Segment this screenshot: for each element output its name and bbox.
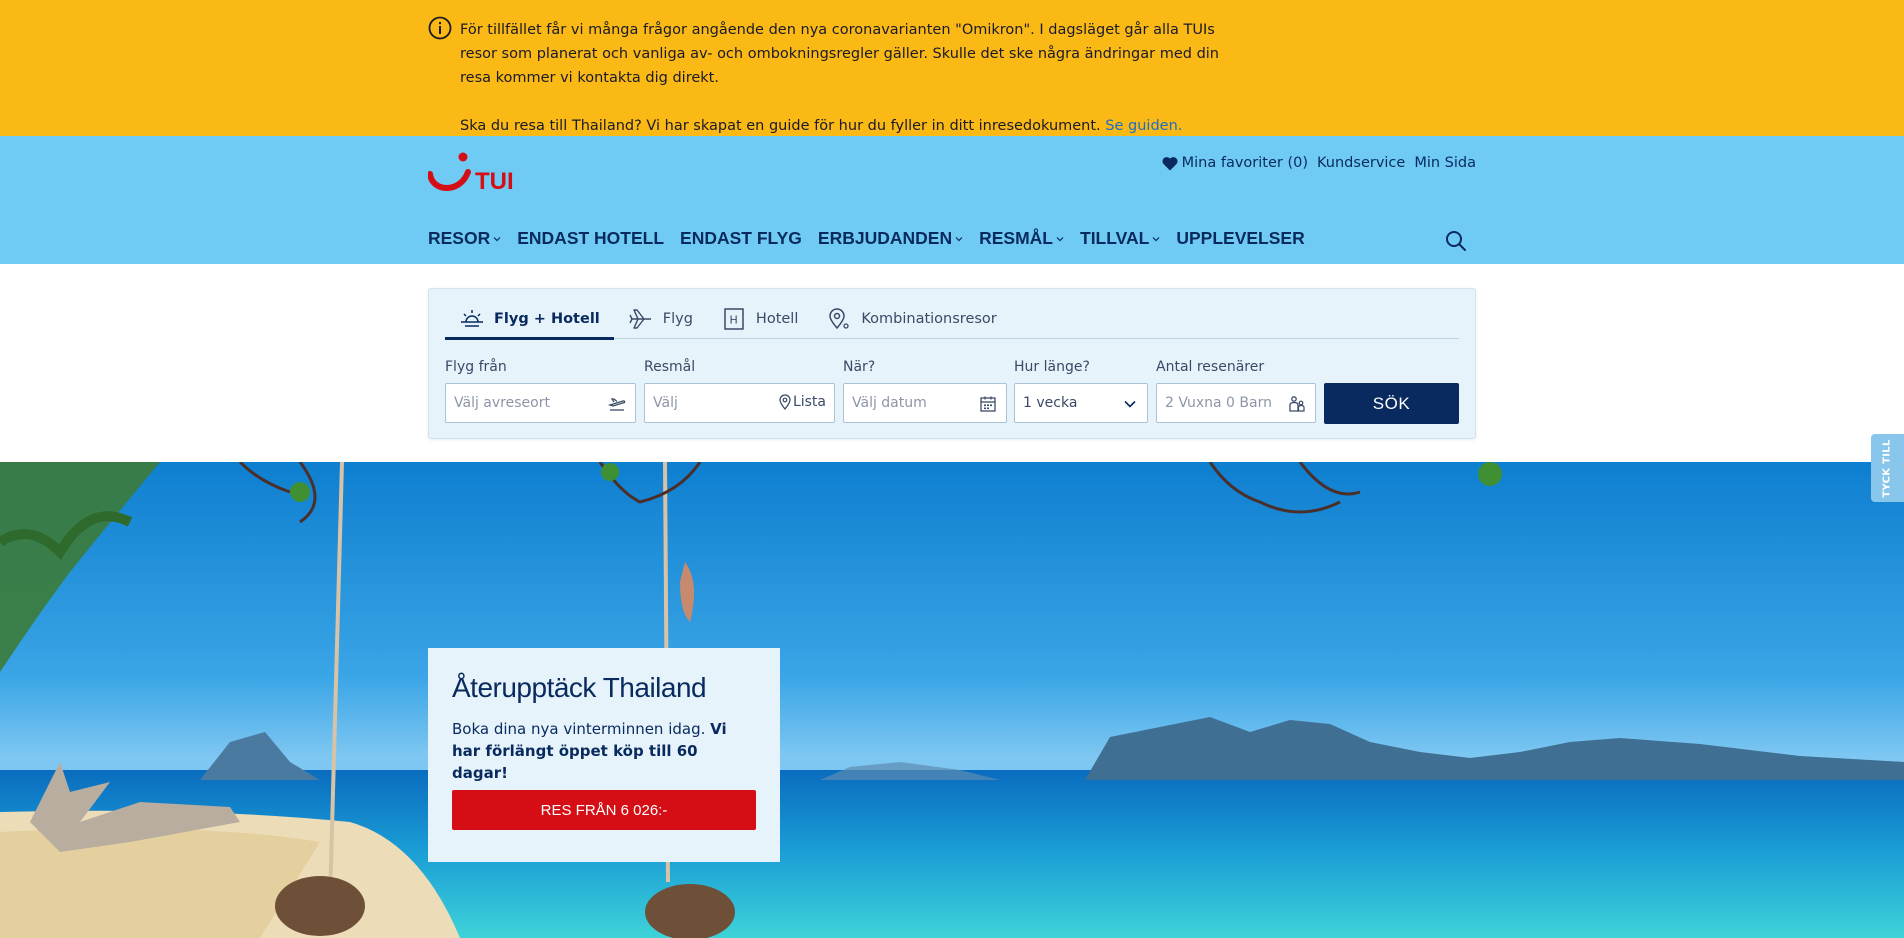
notice-banner: För tillfället får vi många frågor angåe… [0,0,1904,136]
price-cta-button[interactable]: RES FRÅN 6 026:- [452,790,756,830]
main-nav: RESOR ENDAST HOTELL ENDAST FLYG ERBJUDAN… [428,228,1305,249]
svg-text:TUI: TUI [475,168,514,195]
dest-placeholder: Välj [653,395,678,411]
pax-label: Antal resenärer [1156,359,1265,375]
nav-erbjudanden-label: ERBJUDANDEN [817,228,953,248]
hotel-icon: H [724,308,744,330]
svg-text:H: H [729,314,737,327]
nav-resor[interactable]: RESOR [428,228,501,249]
promo-text-regular: Boka dina nya vinterminnen idag. [452,720,706,738]
my-page-link[interactable]: Min Sida [1414,155,1476,171]
feedback-tab[interactable]: TYCK TILL [1871,434,1904,502]
top-links: Mina favoriter (0) Kundservice Min Sida [1162,155,1476,171]
heart-icon [1162,156,1178,170]
site-header: TUI Mina favoriter (0) Kundservice Min S… [0,136,1904,264]
pin-icon [779,394,791,410]
search-widget: Flyg + Hotell Flyg H Hotell Kombinations… [428,288,1476,439]
nav-resmal-label: RESMÅL [979,228,1053,248]
from-placeholder: Välj avreseort [454,395,550,411]
search-icon[interactable] [1444,229,1468,253]
notice-thailand-sentence: Ska du resa till Thailand? Vi har skapat… [460,118,1101,134]
favorites-label: Mina favoriter (0) [1181,155,1309,171]
chevron-down-icon [1056,236,1064,241]
tab-flyg-label: Flyg [662,311,693,327]
info-icon [428,16,452,40]
date-field[interactable]: Välj datum [843,383,1007,423]
customer-service-link[interactable]: Kundservice [1317,155,1405,171]
when-label: När? [843,359,876,375]
nav-upplevelser-label: UPPLEVELSER [1176,228,1305,248]
nav-erbjudanden[interactable]: ERBJUDANDEN [818,228,963,249]
map-pin-icon [829,308,850,330]
tab-flyg-hotell-label: Flyg + Hotell [494,311,600,327]
nav-tillval[interactable]: TILLVAL [1080,228,1160,249]
nav-endast-hotell-label: ENDAST HOTELL [517,228,665,248]
hero-beach-image [0,462,1904,938]
nav-endast-hotell[interactable]: ENDAST HOTELL [517,228,664,249]
calendar-icon [980,396,996,412]
date-placeholder: Välj datum [852,395,927,411]
tab-hotell[interactable]: H Hotell [707,299,812,339]
tab-kombinationsresor-label: Kombinationsresor [861,311,997,327]
chevron-down-icon [493,236,501,241]
pax-value: 2 Vuxna 0 Barn [1165,395,1272,411]
nav-endast-flyg-label: ENDAST FLYG [680,228,802,248]
dest-label: Resmål [644,359,696,375]
from-field[interactable]: Välj avreseort [445,383,636,423]
notice-thailand-text: Ska du resa till Thailand? Vi har skapat… [460,114,1220,138]
search-submit-button[interactable]: SÖK [1324,383,1459,424]
promo-card: Återupptäck Thailand Boka dina nya vinte… [428,648,780,862]
notice-omikron-text: För tillfället får vi många frågor angåe… [460,22,1219,86]
tab-kombinationsresor[interactable]: Kombinationsresor [812,299,1010,339]
length-label: Hur länge? [1014,359,1090,375]
search-tabs: Flyg + Hotell Flyg H Hotell Kombinations… [445,299,1459,340]
nav-tillval-label: TILLVAL [1080,228,1150,248]
nav-upplevelser[interactable]: UPPLEVELSER [1176,228,1304,249]
promo-title: Återupptäck Thailand [452,672,707,703]
nav-resor-label: RESOR [428,228,491,248]
nav-resmal[interactable]: RESMÅL [979,228,1064,249]
tab-hotell-label: Hotell [755,311,799,327]
chevron-down-icon [1124,400,1136,408]
list-button[interactable]: Lista [779,394,826,410]
nav-endast-flyg[interactable]: ENDAST FLYG [680,228,802,249]
hero-banner [0,462,1904,938]
chevron-down-icon [955,236,963,241]
guide-link[interactable]: Se guiden. [1105,118,1182,134]
list-label: Lista [792,394,826,410]
tui-logo[interactable]: TUI [428,152,538,196]
length-select[interactable]: 1 vecka [1014,383,1148,423]
destination-field[interactable]: Välj Lista [644,383,835,423]
feedback-label: TYCK TILL [1882,438,1894,498]
departure-icon [607,398,626,411]
tab-flyg[interactable]: Flyg [614,299,707,339]
favorites-link[interactable]: Mina favoriter (0) [1162,155,1308,171]
promo-text: Boka dina nya vinterminnen idag. Vi har … [452,718,756,784]
travelers-icon [1289,396,1305,412]
length-value: 1 vecka [1023,395,1078,411]
plane-icon [629,309,651,329]
from-label: Flyg från [445,359,507,375]
sun-icon [461,310,483,327]
chevron-down-icon [1152,236,1160,241]
tab-flyg-hotell[interactable]: Flyg + Hotell [445,299,614,340]
notice-text: För tillfället får vi många frågor angåe… [460,18,1220,138]
travelers-field[interactable]: 2 Vuxna 0 Barn [1156,383,1316,423]
